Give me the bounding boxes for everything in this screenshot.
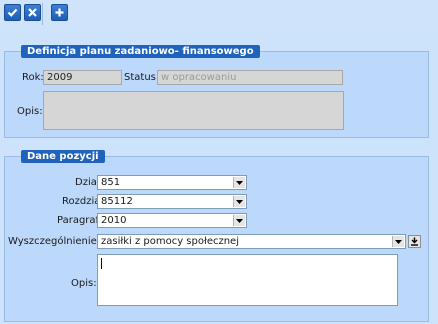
rok-label: Rok: — [22, 72, 44, 83]
position-data-panel: Dane pozycji Dział: 851 Rozdział: 85112 … — [4, 150, 429, 322]
chevron-down-icon[interactable] — [233, 215, 245, 226]
plan-definition-panel: Definicja planu zadaniowo- finansowego R… — [4, 45, 429, 138]
chevron-down-icon[interactable] — [233, 177, 245, 188]
paragraf-label: Paragraf: — [57, 215, 103, 226]
cancel-button[interactable] — [24, 4, 41, 21]
panel-title: Definicja planu zadaniowo- finansowego — [21, 45, 260, 58]
status-field: w opracowaniu — [157, 70, 343, 85]
download-icon — [411, 237, 418, 246]
opis-field — [43, 91, 344, 130]
paragraf-select[interactable]: 2010 — [97, 213, 247, 228]
toolbar-separator — [42, 3, 43, 25]
rozdzial-select[interactable]: 85112 — [97, 194, 247, 209]
status-label: Status: — [124, 72, 160, 83]
wyszczegolnienie-label: Wyszczególnienie: — [8, 236, 101, 247]
dzial-select[interactable]: 851 — [97, 175, 247, 190]
rozdzial-value: 85112 — [101, 196, 133, 207]
confirm-button[interactable] — [4, 4, 21, 21]
chevron-down-icon[interactable] — [233, 196, 245, 207]
wyszczegolnienie-select[interactable]: zasiłki z pomocy społecznej — [97, 234, 406, 249]
download-button[interactable] — [408, 235, 421, 248]
paragraf-value: 2010 — [101, 215, 127, 226]
toolbar — [0, 0, 438, 30]
plus-icon — [55, 8, 64, 17]
opis-label: Opis: — [17, 106, 43, 117]
dzial-value: 851 — [101, 177, 121, 188]
panel-title: Dane pozycji — [21, 150, 105, 163]
add-button[interactable] — [51, 4, 68, 21]
check-icon — [7, 8, 18, 17]
opis-label: Opis: — [71, 278, 97, 289]
rok-field: 2009 — [43, 70, 122, 85]
opis-textarea[interactable] — [97, 254, 398, 306]
chevron-down-icon[interactable] — [392, 236, 404, 247]
text-caret — [101, 258, 102, 269]
wyszczegolnienie-value: zasiłki z pomocy społecznej — [101, 236, 239, 247]
close-icon — [28, 8, 37, 17]
